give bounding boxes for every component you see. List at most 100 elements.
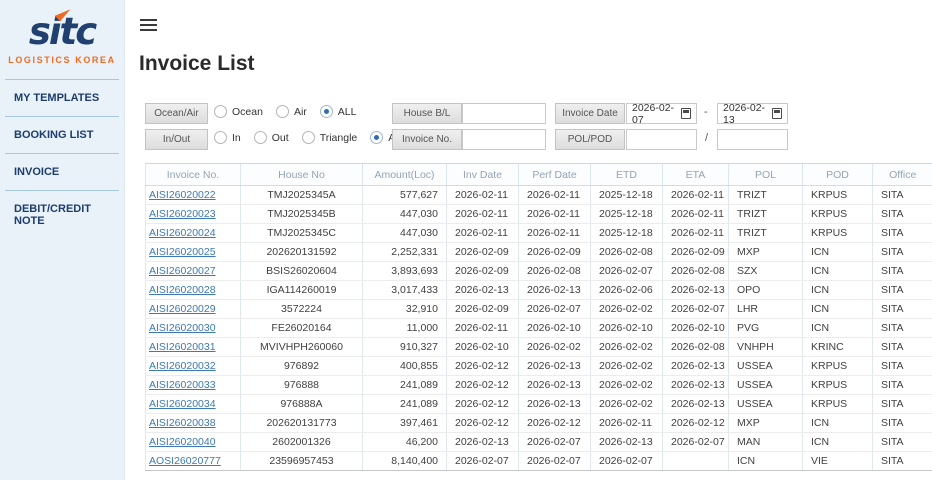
table-cell: SITA <box>873 357 932 376</box>
table-cell: KRPUS <box>803 186 873 205</box>
invoice-link[interactable]: AISI26020028 <box>149 284 216 296</box>
table-cell: 2026-02-02 <box>519 338 591 357</box>
invoice-link[interactable]: AISI26020032 <box>149 360 216 372</box>
table-cell: 2026-02-12 <box>447 414 519 433</box>
table-cell: 2026-02-12 <box>447 357 519 376</box>
table-row: AISI26020027BSIS260206043,893,6932026-02… <box>146 262 932 281</box>
table-cell: 2026-02-13 <box>591 433 663 452</box>
invoice-link[interactable]: AISI26020030 <box>149 322 216 334</box>
table-row: AISI26020031 MVIVHPH260060910,327 2026-02-… <box>146 338 932 357</box>
sidebar-item-booking-list[interactable]: BOOKING LIST <box>5 116 119 153</box>
pol-input[interactable] <box>626 129 697 150</box>
invoice-no-input[interactable] <box>462 129 546 150</box>
invoice-link[interactable]: AISI26020029 <box>149 303 216 315</box>
page-title: Invoice List <box>139 52 255 76</box>
sidebar-item-my-templates[interactable]: MY TEMPLATES <box>5 79 119 116</box>
table-cell: PVG <box>729 319 803 338</box>
table-cell: MVIVHPH260060 <box>241 338 363 357</box>
table-cell: SITA <box>873 224 932 243</box>
invoice-link[interactable]: AISI26020024 <box>149 227 216 239</box>
invoice-link[interactable]: AISI26020027 <box>149 265 216 277</box>
table-cell: 2026-02-12 <box>663 414 729 433</box>
table-cell: 2026-02-13 <box>663 376 729 395</box>
table-cell: 2026-02-11 <box>519 205 591 224</box>
sidebar-item-invoice[interactable]: INVOICE <box>5 153 119 190</box>
invoice-link[interactable]: AISI26020022 <box>149 189 216 201</box>
table-row: AISI26020023TMJ2025345B447,0302026-02-11… <box>146 205 932 224</box>
table-row: AISI26020022TMJ2025345A577,6272026-02-11… <box>146 186 932 205</box>
radio-option-in[interactable]: In <box>214 131 241 144</box>
invoice-link[interactable]: AOSI26020777 <box>149 455 221 467</box>
table-cell: 2026-02-12 <box>447 376 519 395</box>
radio-icon[interactable] <box>276 105 289 118</box>
table-cell: SITA <box>873 433 932 452</box>
table-cell: 2025-12-18 <box>591 186 663 205</box>
column-header-perf-date: Perf Date <box>519 164 591 186</box>
table-cell: TMJ2025345B <box>241 205 363 224</box>
column-header-amount-loc-: Amount(Loc) <box>363 164 447 186</box>
radio-option-ocean[interactable]: Ocean <box>214 105 263 118</box>
radio-option-all[interactable]: ALL <box>320 105 357 118</box>
table-header-row: Invoice No.House NoAmount(Loc)Inv DatePe… <box>146 164 932 186</box>
table-cell: SZX <box>729 262 803 281</box>
table-cell: 2026-02-11 <box>447 186 519 205</box>
table-cell: 11,000 <box>363 319 447 338</box>
radio-option-air[interactable]: Air <box>276 105 307 118</box>
invoice-link[interactable]: AISI26020040 <box>149 436 216 448</box>
table-row: AISI26020034976888A241,0892026-02-122026… <box>146 395 932 414</box>
invoice-link[interactable]: AISI26020025 <box>149 246 216 258</box>
column-header-house-no: House No <box>241 164 363 186</box>
radio-option-out[interactable]: Out <box>254 131 289 144</box>
invoice-link[interactable]: AISI26020031 <box>149 341 216 353</box>
table-cell: 976888 <box>241 376 363 395</box>
radio-icon[interactable] <box>214 131 227 144</box>
invoice-link[interactable]: AISI26020033 <box>149 379 216 391</box>
table-cell: 2026-02-10 <box>519 319 591 338</box>
invoice-link[interactable]: AISI26020034 <box>149 398 216 410</box>
radio-label: Triangle <box>320 132 358 144</box>
table-row: AISI260200252026201315922,252,3312026-02… <box>146 243 932 262</box>
table-cell: 2026-02-13 <box>519 357 591 376</box>
invoice-date-from-input[interactable]: 2026-02-07 <box>626 103 697 124</box>
table-cell: 2026-02-02 <box>591 300 663 319</box>
table-cell: SITA <box>873 414 932 433</box>
table-cell: SITA <box>873 395 932 414</box>
radio-icon[interactable] <box>254 131 267 144</box>
invoice-link[interactable]: AISI26020038 <box>149 417 216 429</box>
table-cell: ICN <box>803 281 873 300</box>
table-cell: 2026-02-13 <box>447 281 519 300</box>
table-row: AISI26020028IGA1142600193,017,4332026-02… <box>146 281 932 300</box>
table-cell: 2026-02-11 <box>591 414 663 433</box>
table-cell: ICN <box>803 433 873 452</box>
radio-icon[interactable] <box>214 105 227 118</box>
radio-label: Out <box>272 132 289 144</box>
table-cell: 2026-02-12 <box>447 395 519 414</box>
column-header-pod: POD <box>803 164 873 186</box>
table-cell: 910,327 <box>363 338 447 357</box>
table-cell: 2026-02-13 <box>519 395 591 414</box>
pod-input[interactable] <box>717 129 788 150</box>
radio-icon[interactable] <box>302 131 315 144</box>
house-bl-input[interactable] <box>462 103 546 124</box>
sidebar-item-debit-credit-note[interactable]: DEBIT/CREDIT NOTE <box>5 190 119 239</box>
table-cell: 241,089 <box>363 395 447 414</box>
table-cell: 202620131773 <box>241 414 363 433</box>
table-cell: 2026-02-11 <box>447 319 519 338</box>
logo: sitc LOGISTICS KOREA <box>0 0 124 65</box>
radio-option-triangle[interactable]: Triangle <box>302 131 358 144</box>
table-cell: SITA <box>873 338 932 357</box>
radio-selected-icon[interactable] <box>320 105 333 118</box>
invoice-link[interactable]: AISI26020023 <box>149 208 216 220</box>
table-cell: 202620131592 <box>241 243 363 262</box>
table-row: AISI26020024TMJ2025345C447,0302026-02-11… <box>146 224 932 243</box>
invoice-date-to-input[interactable]: 2026-02-13 <box>717 103 788 124</box>
calendar-icon[interactable] <box>681 108 691 119</box>
table-cell: 976892 <box>241 357 363 376</box>
table-cell: 2026-02-11 <box>447 224 519 243</box>
radio-selected-icon[interactable] <box>370 131 383 144</box>
table-cell: TRIZT <box>729 205 803 224</box>
table-cell: ICN <box>803 300 873 319</box>
calendar-icon[interactable] <box>772 108 782 119</box>
hamburger-menu-icon[interactable] <box>140 19 157 32</box>
table-cell: 2026-02-08 <box>663 262 729 281</box>
